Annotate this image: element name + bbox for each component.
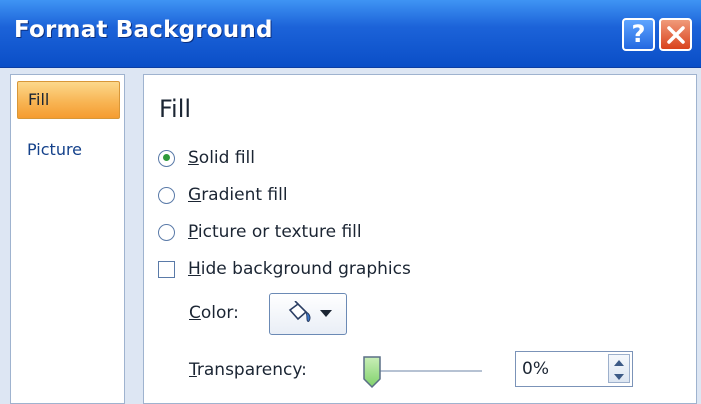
solid-fill-label: Solid fill xyxy=(188,148,255,168)
spinner-buttons xyxy=(608,354,630,383)
picture-texture-fill-label: Picture or texture fill xyxy=(188,222,362,242)
close-button[interactable] xyxy=(659,18,692,51)
gradient-fill-label: Gradient fill xyxy=(188,185,288,205)
nav-item-fill[interactable]: Fill xyxy=(17,81,120,119)
solid-fill-option[interactable]: Solid fill xyxy=(158,145,255,171)
color-label: Color: xyxy=(189,303,239,323)
color-picker-button[interactable] xyxy=(269,293,347,335)
title-bar: Format Background ? xyxy=(0,0,701,68)
close-icon xyxy=(666,26,685,44)
arrow-down-icon xyxy=(614,374,624,380)
category-list: Fill Picture xyxy=(10,74,125,404)
picture-texture-fill-radio[interactable] xyxy=(158,223,175,241)
transparency-value[interactable]: 0% xyxy=(522,359,549,379)
fill-panel: Fill Solid fill Gradient fill Picture or… xyxy=(143,74,697,404)
hide-background-graphics-label: Hide background graphics xyxy=(188,259,411,279)
nav-item-label: Picture xyxy=(27,140,83,159)
picture-texture-fill-option[interactable]: Picture or texture fill xyxy=(158,219,362,245)
spin-up-button[interactable] xyxy=(609,355,629,368)
slider-thumb[interactable] xyxy=(362,355,382,389)
dialog-body: Fill Picture Fill Solid fill Gradient fi… xyxy=(0,68,701,404)
spin-down-button[interactable] xyxy=(609,369,629,382)
solid-fill-radio[interactable] xyxy=(158,149,175,167)
transparency-spinner[interactable]: 0% xyxy=(515,351,633,387)
hide-background-graphics-checkbox[interactable] xyxy=(158,260,175,278)
hide-background-graphics-option[interactable]: Hide background graphics xyxy=(158,256,411,282)
slider-track xyxy=(368,370,482,372)
gradient-fill-option[interactable]: Gradient fill xyxy=(158,182,288,208)
dialog-title: Format Background xyxy=(14,17,273,43)
nav-item-label: Fill xyxy=(28,90,50,109)
chevron-down-icon xyxy=(320,310,332,317)
nav-item-picture[interactable]: Picture xyxy=(17,132,120,170)
section-title: Fill xyxy=(159,95,192,123)
paint-bucket-icon xyxy=(288,301,311,322)
transparency-slider[interactable] xyxy=(362,355,484,389)
gradient-fill-radio[interactable] xyxy=(158,186,175,204)
help-icon: ? xyxy=(631,20,646,48)
transparency-label: Transparency: xyxy=(189,360,307,380)
help-button[interactable]: ? xyxy=(622,18,655,51)
